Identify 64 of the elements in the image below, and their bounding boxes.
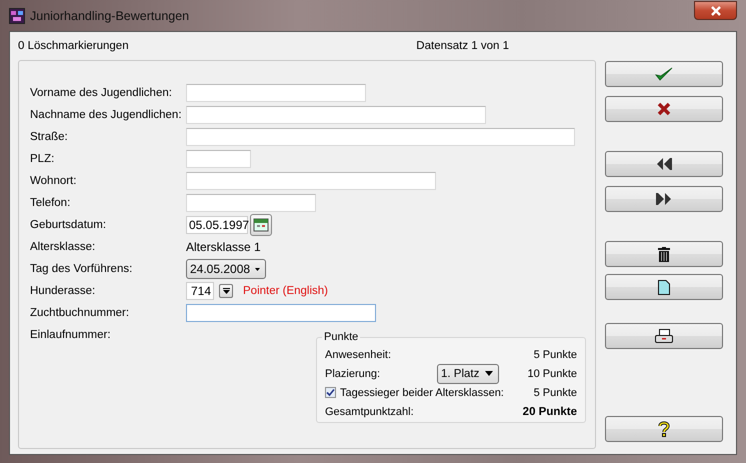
help-icon [658, 421, 670, 437]
close-button[interactable] [694, 1, 737, 20]
points-label: Gesamtpunktzahl: [325, 406, 415, 418]
input-field[interactable] [186, 194, 316, 212]
breed-number-field[interactable]: 714 [186, 282, 214, 300]
print-button[interactable] [605, 323, 723, 349]
new-button[interactable] [605, 274, 723, 300]
cross-icon [657, 102, 671, 116]
points-value: 20 Punkte [522, 406, 577, 418]
field-label: Zuchtbuchnummer: [30, 307, 130, 319]
checkbox-label: Tagessieger beider Altersklassen: [340, 386, 505, 398]
save-button[interactable] [605, 61, 723, 87]
last-button[interactable] [605, 186, 723, 212]
app-icon [9, 8, 25, 24]
group-title: Punkte [323, 331, 360, 343]
input-field[interactable] [186, 304, 376, 322]
field-label: Straße: [30, 131, 69, 143]
field-label: Telefon: [30, 197, 72, 209]
checkbox[interactable] [325, 387, 336, 398]
calendar-icon [252, 216, 270, 234]
fast-forward-icon [656, 193, 672, 205]
delete-button[interactable] [605, 241, 723, 267]
printer-icon [655, 328, 673, 344]
points-label: Anwesenheit: [325, 348, 392, 360]
field-label: Hunderasse: [30, 285, 96, 297]
close-icon [710, 6, 720, 16]
caret-icon [255, 266, 260, 272]
date-dropdown[interactable]: 24.05.2008 [186, 259, 266, 279]
field-label: Wohnort: [30, 175, 78, 187]
help-button[interactable] [605, 416, 723, 442]
input-field[interactable] [186, 172, 436, 190]
breed-lookup-button[interactable] [219, 284, 233, 298]
caret-icon [485, 371, 493, 376]
caret-icon [222, 288, 230, 294]
calendar-button[interactable] [250, 214, 272, 236]
breed-name: Pointer (English) [243, 285, 328, 297]
cancel-button[interactable] [605, 96, 723, 122]
field-label: PLZ: [30, 153, 56, 165]
points-label: Plazierung: [325, 368, 382, 380]
document-icon [658, 280, 670, 294]
rewind-icon [656, 158, 672, 170]
date-field[interactable]: 05.05.1997 [186, 216, 248, 234]
window-title: Juniorhandling-Bewertungen [30, 8, 190, 22]
field-label: Einlaufnummer: [30, 329, 112, 341]
trash-icon [658, 246, 670, 262]
input-field[interactable] [186, 150, 251, 168]
first-button[interactable] [605, 151, 723, 177]
input-field[interactable] [186, 106, 486, 124]
field-label: Altersklasse: [30, 241, 96, 253]
check-icon [655, 67, 673, 81]
field-label: Nachname des Jugendlichen: [30, 109, 183, 121]
points-value: 10 Punkte [526, 368, 577, 380]
field-label: Tag des Vorführens: [30, 263, 134, 275]
points-value: 5 Punkte [532, 348, 577, 360]
input-field[interactable] [186, 128, 575, 146]
field-label: Geburtsdatum: [30, 219, 108, 231]
input-field[interactable] [186, 84, 366, 102]
points-value: 5 Punkte [532, 386, 577, 398]
record-position: Datensatz 1 von 1 [416, 40, 509, 52]
field-label: Vorname des Jugendlichen: [30, 87, 173, 99]
age-class-value: Altersklasse 1 [186, 240, 261, 254]
check-icon [326, 388, 335, 397]
deletion-marks-count: 0 Löschmarkierungen [18, 40, 129, 52]
placement-dropdown[interactable]: 1. Platz [437, 364, 499, 384]
